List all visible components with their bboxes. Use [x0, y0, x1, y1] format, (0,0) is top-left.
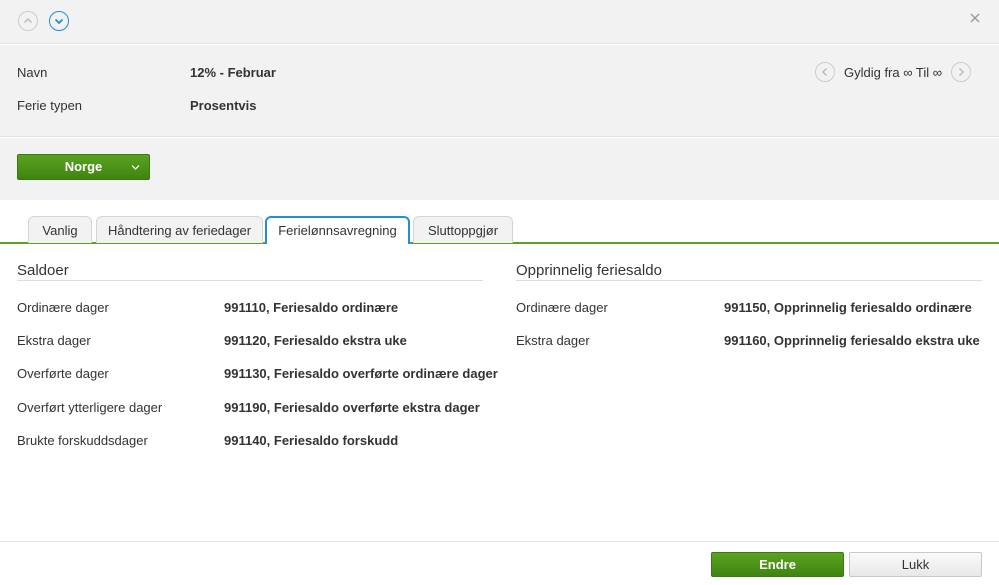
extra-days-value: 991120, Feriesaldo ekstra uke: [224, 333, 407, 348]
tab-label: Håndtering av feriedager: [107, 223, 252, 238]
transferred-days-label: Overførte dager: [17, 366, 109, 381]
original-balance-title: Opprinnelig feriesaldo: [516, 262, 662, 279]
tab-sluttoppgjor[interactable]: Sluttoppgjør: [413, 216, 513, 243]
tab-label: Sluttoppgjør: [427, 223, 499, 238]
previous-record-button[interactable]: [18, 11, 38, 31]
country-dropdown-button[interactable]: Norge: [17, 154, 150, 180]
original-ordinary-days-label: Ordinære dager: [516, 300, 608, 315]
section-divider: [516, 280, 982, 281]
original-ordinary-days-value: 991150, Opprinnelig feriesaldo ordinære: [724, 300, 972, 315]
tab-bar: Vanlig Håndtering av feriedager Ferieløn…: [0, 200, 999, 244]
edit-button[interactable]: Endre: [711, 552, 844, 577]
ordinary-days-value: 991110, Feriesaldo ordinære: [224, 300, 399, 315]
holiday-type-label: Ferie typen: [17, 98, 83, 113]
top-toolbar: [0, 0, 999, 44]
original-extra-days-label: Ekstra dager: [516, 333, 590, 348]
extra-days-label: Ekstra dager: [17, 333, 91, 348]
chevron-down-icon: [54, 18, 64, 25]
validity-previous-button[interactable]: [814, 62, 835, 82]
close-icon[interactable]: [969, 12, 981, 24]
chevron-left-icon: [821, 67, 828, 77]
advance-days-label: Brukte forskuddsdager: [17, 433, 148, 448]
dialog-footer: Endre Lukk: [0, 541, 999, 585]
country-section: Norge: [0, 138, 999, 200]
chevron-down-icon: [131, 165, 140, 170]
saldoer-title: Saldoer: [17, 262, 69, 279]
tab-label: Vanlig: [42, 223, 78, 238]
section-divider: [17, 280, 483, 281]
next-record-button[interactable]: [49, 11, 69, 31]
validity-next-button[interactable]: [951, 62, 971, 82]
transferred-extra-days-label: Overført ytterligere dager: [17, 400, 163, 415]
name-label: Navn: [17, 65, 48, 80]
validity-navigator: Gyldig fra ∞ Til ∞: [814, 61, 971, 83]
chevron-right-icon: [958, 67, 965, 77]
holiday-type-value: Prosentvis: [190, 98, 257, 113]
tab-handtering-av-feriedager[interactable]: Håndtering av feriedager: [96, 216, 263, 243]
transferred-days-value: 991130, Feriesaldo overførte ordinære da…: [224, 366, 498, 381]
close-button[interactable]: Lukk: [849, 552, 982, 577]
record-header: Navn 12% - Februar Ferie typen Prosentvi…: [0, 45, 999, 137]
chevron-up-icon: [23, 17, 33, 24]
advance-days-value: 991140, Feriesaldo forskudd: [224, 433, 399, 448]
ordinary-days-label: Ordinære dager: [17, 300, 109, 315]
tab-ferielonnsavregning[interactable]: Ferielønnsavregning: [265, 216, 410, 244]
transferred-extra-days-value: 991190, Feriesaldo overførte ekstra dage…: [224, 400, 480, 415]
name-value: 12% - Februar: [190, 65, 276, 80]
original-extra-days-value: 991160, Opprinnelig feriesaldo ekstra uk…: [724, 333, 980, 348]
tab-label: Ferielønnsavregning: [278, 223, 397, 238]
country-button-label: Norge: [64, 159, 103, 174]
tab-vanlig[interactable]: Vanlig: [28, 216, 92, 243]
validity-text: Gyldig fra ∞ Til ∞: [843, 64, 942, 80]
